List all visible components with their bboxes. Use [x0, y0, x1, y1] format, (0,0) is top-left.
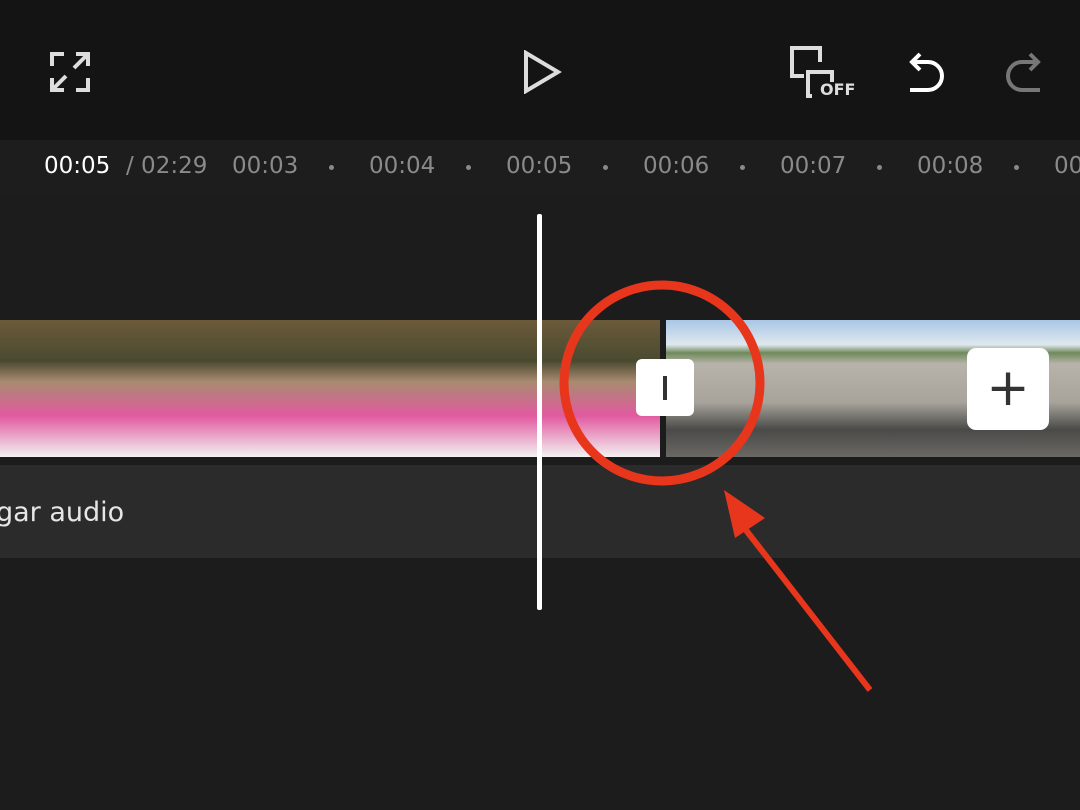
annotation-overlay — [559, 280, 873, 692]
annotation-arrow-head — [724, 490, 765, 538]
annotation-circle — [559, 280, 765, 486]
annotation-arrow-line — [739, 523, 873, 692]
